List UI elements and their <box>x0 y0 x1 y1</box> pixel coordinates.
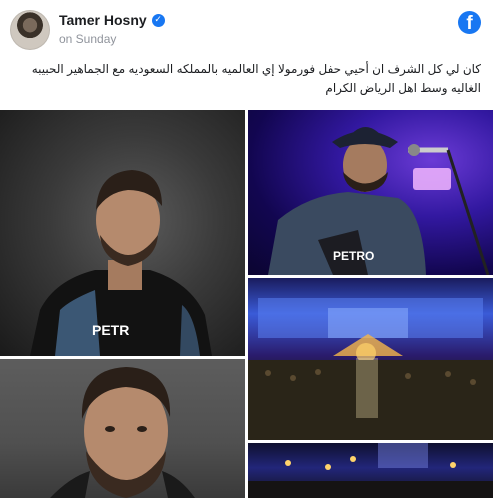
photo-stage-lights[interactable] <box>248 443 493 498</box>
svg-text:PETRO: PETRO <box>333 249 374 263</box>
facebook-post: Tamer Hosny ✓ on Sunday f كان لي كل الشر… <box>0 0 493 498</box>
photo-concert-crowd-stage[interactable] <box>248 278 493 440</box>
author-name[interactable]: Tamer Hosny <box>59 12 147 28</box>
portrait-illustration: PETR <box>30 170 212 356</box>
avatar[interactable] <box>10 10 50 50</box>
author-row: Tamer Hosny ✓ <box>59 12 165 28</box>
verified-badge-icon: ✓ <box>151 13 165 27</box>
stage-lights-illustration <box>248 443 493 498</box>
closeup-illustration <box>50 367 195 498</box>
photo-portrait-leather-jacket[interactable]: PETR <box>0 110 245 356</box>
singer-illustration: PETRO <box>268 127 490 275</box>
svg-text:PETR: PETR <box>92 322 129 338</box>
photo-singing-microphone-hat[interactable]: PETRO <box>248 110 493 275</box>
photo-closeup-face[interactable] <box>0 359 245 498</box>
post-caption: كان لي كل الشرف ان أحيي حفل فورمولا إي ا… <box>31 62 481 95</box>
facebook-logo-icon[interactable]: f <box>458 11 481 34</box>
post-timestamp[interactable]: on Sunday <box>59 32 116 46</box>
concert-illustration <box>248 298 493 440</box>
